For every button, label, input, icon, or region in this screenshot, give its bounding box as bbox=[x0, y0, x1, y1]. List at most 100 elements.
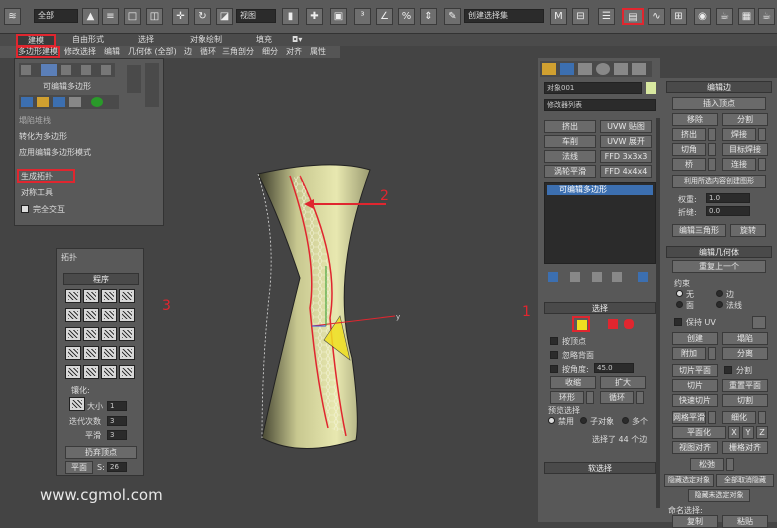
pattern-button[interactable] bbox=[119, 365, 135, 379]
modifier-stack[interactable]: 可编辑多边形 bbox=[544, 182, 656, 264]
motion-tab-icon[interactable] bbox=[596, 63, 610, 75]
chamfer-settings[interactable] bbox=[708, 143, 716, 156]
rotate-icon[interactable]: ↻ bbox=[194, 8, 211, 25]
show-end-result-icon[interactable] bbox=[570, 272, 580, 282]
panel-subdivision[interactable]: 细分 bbox=[262, 46, 278, 58]
panel-properties[interactable]: 属性 bbox=[310, 46, 326, 58]
hierarchy-tab-icon[interactable] bbox=[578, 63, 592, 75]
ffd-4-modifier-button[interactable]: FFD 4x4x4 bbox=[600, 165, 652, 178]
panel-geometry-all[interactable]: 几何体 (全部) bbox=[128, 46, 177, 58]
procedural-header[interactable]: 程序 bbox=[63, 273, 139, 285]
edit-geometry-header[interactable]: 编辑几何体 bbox=[666, 246, 772, 258]
bridge-button[interactable]: 桥 bbox=[672, 158, 706, 171]
loop-button[interactable]: 循环 bbox=[600, 391, 634, 404]
stack-item-editable-poly[interactable]: 可编辑多边形 bbox=[547, 185, 653, 195]
planar-z-button[interactable]: Z bbox=[756, 426, 768, 439]
graphite-toggle-icon[interactable]: ▤ bbox=[622, 8, 644, 25]
weld-settings[interactable] bbox=[758, 128, 766, 141]
split-edge-button[interactable]: 分割 bbox=[722, 113, 768, 126]
polygon-mode-icon[interactable] bbox=[81, 65, 91, 75]
angle-input[interactable]: 45.0 bbox=[594, 363, 634, 373]
element-subobject-icon[interactable] bbox=[624, 319, 634, 329]
scale-icon[interactable]: ◪ bbox=[216, 8, 233, 25]
convert-to-poly-item[interactable]: 转化为多边形 bbox=[19, 131, 67, 142]
mirror-icon[interactable]: M bbox=[550, 8, 567, 25]
align-icon[interactable]: ⊟ bbox=[572, 8, 589, 25]
preview-disabled-radio[interactable] bbox=[548, 417, 555, 424]
edge-mode-icon[interactable] bbox=[41, 64, 57, 76]
display-tab-icon[interactable] bbox=[614, 63, 628, 75]
reset-plane-button[interactable]: 重置平面 bbox=[722, 379, 768, 392]
window-crossing-icon[interactable]: ◫ bbox=[146, 8, 163, 25]
smooth-input[interactable]: 3 bbox=[107, 430, 127, 440]
remove-modifier-icon[interactable] bbox=[612, 272, 622, 282]
preserve-uv-checkbox[interactable] bbox=[674, 318, 682, 326]
vertex-mode-icon[interactable] bbox=[21, 65, 31, 75]
select-by-name-icon[interactable]: ≡ bbox=[102, 8, 119, 25]
render-setup-icon[interactable]: ☕ bbox=[716, 8, 733, 25]
connect-button[interactable]: 连接 bbox=[722, 158, 756, 171]
create-tab-icon[interactable] bbox=[542, 63, 556, 75]
flip-vertices-button[interactable]: 扔弃顶点 bbox=[65, 446, 137, 459]
grow-button[interactable]: 扩大 bbox=[600, 376, 646, 389]
bridge-settings[interactable] bbox=[708, 158, 716, 171]
selection-rollout-header[interactable]: 选择 bbox=[544, 302, 656, 314]
panel-loops[interactable]: 循环 bbox=[200, 46, 216, 58]
cut-button[interactable]: 切割 bbox=[722, 394, 768, 407]
by-vertex-checkbox[interactable] bbox=[550, 337, 558, 345]
meshsmooth-button[interactable]: 网格平滑 bbox=[672, 411, 706, 424]
soft-selection-rollout-header[interactable]: 软选择 bbox=[544, 462, 656, 474]
constraint-none-radio[interactable] bbox=[676, 290, 683, 297]
attach-settings[interactable] bbox=[708, 347, 716, 360]
tessellation-preview[interactable] bbox=[69, 397, 85, 411]
pattern-button[interactable] bbox=[101, 308, 117, 322]
hide-selected-button[interactable]: 隐藏选定对象 bbox=[664, 474, 714, 487]
remove-modifier-icon[interactable] bbox=[69, 97, 81, 107]
repeat-last-button[interactable]: 重复上一个 bbox=[672, 260, 766, 273]
material-editor-icon[interactable]: ◉ bbox=[694, 8, 711, 25]
preserve-uv-settings[interactable] bbox=[752, 316, 766, 329]
constraint-edge-radio[interactable] bbox=[716, 290, 723, 297]
pivot-icon[interactable]: ▮ bbox=[282, 8, 299, 25]
planar-y-button[interactable]: Y bbox=[742, 426, 754, 439]
tessellate-button[interactable]: 细化 bbox=[722, 411, 756, 424]
percent-snap-icon[interactable]: % bbox=[398, 8, 415, 25]
pin-stack-icon[interactable] bbox=[548, 272, 558, 282]
by-angle-checkbox[interactable] bbox=[550, 365, 558, 373]
panel-triangulation[interactable]: 三角剖分 bbox=[222, 46, 254, 58]
uvw-map-modifier-button[interactable]: UVW 贴图 bbox=[600, 120, 652, 133]
layer-manager-icon[interactable]: ☰ bbox=[598, 8, 615, 25]
named-selection-set-select[interactable]: 创建选择集 bbox=[464, 9, 544, 23]
detach-button[interactable]: 分离 bbox=[722, 347, 768, 360]
turbosmooth-modifier-button[interactable]: 涡轮平滑 bbox=[544, 165, 596, 178]
select-object-icon[interactable]: ▲ bbox=[82, 8, 99, 25]
modifier-list-select[interactable]: 修改器列表 bbox=[544, 99, 656, 111]
unhide-all-button[interactable]: 全部取消隐藏 bbox=[716, 474, 774, 487]
apply-poly-mode-item[interactable]: 应用编辑多边形模式 bbox=[19, 147, 91, 158]
chamfer-button[interactable]: 切角 bbox=[672, 143, 706, 156]
view-align-button[interactable]: 视图对齐 bbox=[672, 441, 718, 454]
make-unique-icon[interactable] bbox=[53, 97, 65, 107]
remove-button[interactable]: 移除 bbox=[672, 113, 718, 126]
utilities-tab-icon[interactable] bbox=[632, 63, 646, 75]
connect-settings[interactable] bbox=[758, 158, 766, 171]
pattern-button[interactable] bbox=[101, 289, 117, 303]
spinner-snap-icon[interactable]: ⇕ bbox=[420, 8, 437, 25]
edit-edges-header[interactable]: 编辑边 bbox=[666, 81, 772, 93]
symmetry-tools-item[interactable]: 对称工具 bbox=[21, 187, 53, 198]
ignore-backfacing-checkbox[interactable] bbox=[550, 351, 558, 359]
crease-input[interactable]: 0.0 bbox=[706, 206, 750, 216]
relax-button[interactable]: 松弛 bbox=[690, 458, 724, 471]
polygon-subobject-icon[interactable] bbox=[608, 319, 618, 329]
collapse-button[interactable]: 塌陷 bbox=[722, 332, 768, 345]
pattern-button[interactable] bbox=[65, 346, 81, 360]
schematic-view-icon[interactable]: ⊞ bbox=[670, 8, 687, 25]
angle-snap-icon[interactable]: ∠ bbox=[376, 8, 393, 25]
pattern-button[interactable] bbox=[65, 289, 81, 303]
toggle-icon[interactable] bbox=[91, 97, 103, 107]
split-checkbox[interactable] bbox=[724, 366, 732, 374]
planar-x-button[interactable]: X bbox=[728, 426, 740, 439]
size-input[interactable]: 1 bbox=[107, 401, 127, 411]
grid-align-button[interactable]: 栅格对齐 bbox=[722, 441, 768, 454]
collapse-stack-item[interactable]: 塌陷堆栈 bbox=[19, 115, 51, 126]
